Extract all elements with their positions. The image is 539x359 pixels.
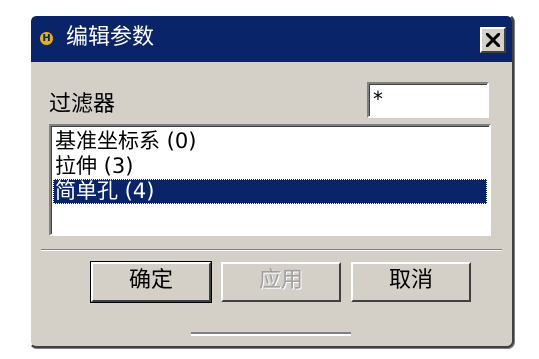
apply-button[interactable]: 应用 [221, 262, 341, 302]
cancel-button[interactable]: 取消 [351, 262, 471, 302]
feature-listbox[interactable]: 基准坐标系 (0) 拉伸 (3) 简单孔 (4) [49, 124, 491, 236]
resize-grip[interactable] [191, 332, 351, 336]
ok-button[interactable]: 确定 [90, 261, 212, 303]
close-button[interactable] [480, 27, 506, 53]
title-bar[interactable]: H 编辑参数 [31, 16, 512, 62]
filter-label: 过滤器 [49, 92, 116, 117]
filter-input[interactable]: * [367, 82, 489, 118]
list-item-simple-hole[interactable]: 简单孔 (4) [53, 179, 487, 204]
nx-app-icon: H [40, 32, 53, 45]
list-item-datum-csys[interactable]: 基准坐标系 (0) [53, 129, 487, 154]
list-item-extrude[interactable]: 拉伸 (3) [53, 154, 487, 179]
separator [41, 249, 502, 251]
close-icon [486, 33, 500, 47]
dialog-title: 编辑参数 [66, 25, 155, 50]
edit-parameters-dialog: H 编辑参数 过滤器 * 基准坐标系 (0) 拉伸 (3) 简单孔 (4) 确定… [29, 14, 514, 348]
